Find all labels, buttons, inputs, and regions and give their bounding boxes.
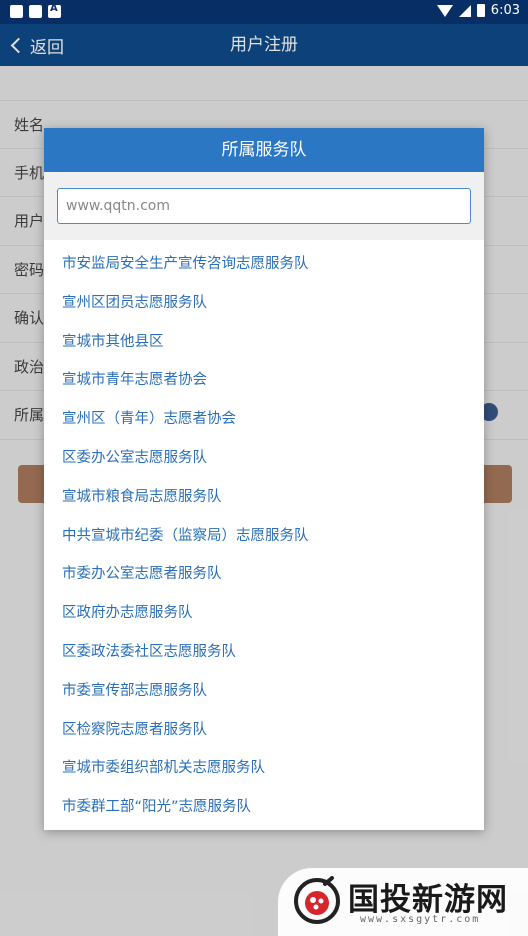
- notification-icon: [10, 5, 23, 18]
- status-bar: 6:03: [0, 0, 528, 24]
- list-item[interactable]: 宣城市青年志愿者协会: [44, 361, 484, 400]
- notification-icons: [10, 3, 61, 18]
- list-item[interactable]: 市委群工部“阳光”志愿服务队: [44, 788, 484, 827]
- app-notification-icon: [48, 3, 61, 18]
- notification-icon: [29, 5, 42, 18]
- list-item[interactable]: 区政府办志愿服务队: [44, 594, 484, 633]
- search-input[interactable]: [57, 188, 471, 224]
- battery-icon: [476, 4, 485, 17]
- list-item[interactable]: 宣州区（青年）志愿者协会: [44, 400, 484, 439]
- list-item[interactable]: 宣城市其他县区: [44, 323, 484, 362]
- wifi-icon: [436, 4, 453, 17]
- watermark-url: www.sxsgytr.com: [360, 914, 481, 925]
- list-item[interactable]: 区委办公室志愿服务队: [44, 439, 484, 478]
- signal-icon: [458, 4, 471, 17]
- watermark-text: 国投新游网: [348, 882, 508, 918]
- list-item[interactable]: 宣城市委组织部机关志愿服务队: [44, 749, 484, 788]
- watermark: 国投新游网 www.sxsgytr.com: [278, 868, 528, 936]
- list-item[interactable]: 中共宣城市纪委（监察局）志愿服务队: [44, 517, 484, 556]
- list-item[interactable]: 市委办公室志愿者服务队: [44, 555, 484, 594]
- dialog-title: 所属服务队: [44, 128, 484, 172]
- watermark-logo-icon: [294, 876, 340, 924]
- team-select-dialog: 所属服务队 市安监局安全生产宣传咨询志愿服务队 宣州区团员志愿服务队 宣城市其他…: [44, 128, 484, 830]
- list-item[interactable]: 市委宣传部志愿服务队: [44, 672, 484, 711]
- list-item[interactable]: 区检察院志愿者服务队: [44, 711, 484, 750]
- list-item[interactable]: 市安监局安全生产宣传咨询志愿服务队: [44, 245, 484, 284]
- system-icons: 6:03: [436, 3, 520, 18]
- search-bar: [44, 172, 484, 240]
- list-item[interactable]: 区委政法委社区志愿服务队: [44, 633, 484, 672]
- team-list: 市安监局安全生产宣传咨询志愿服务队 宣州区团员志愿服务队 宣城市其他县区 宣城市…: [44, 240, 484, 827]
- list-item[interactable]: 宣州区团员志愿服务队: [44, 284, 484, 323]
- list-item[interactable]: 宣城市粮食局志愿服务队: [44, 478, 484, 517]
- status-time: 6:03: [490, 3, 520, 18]
